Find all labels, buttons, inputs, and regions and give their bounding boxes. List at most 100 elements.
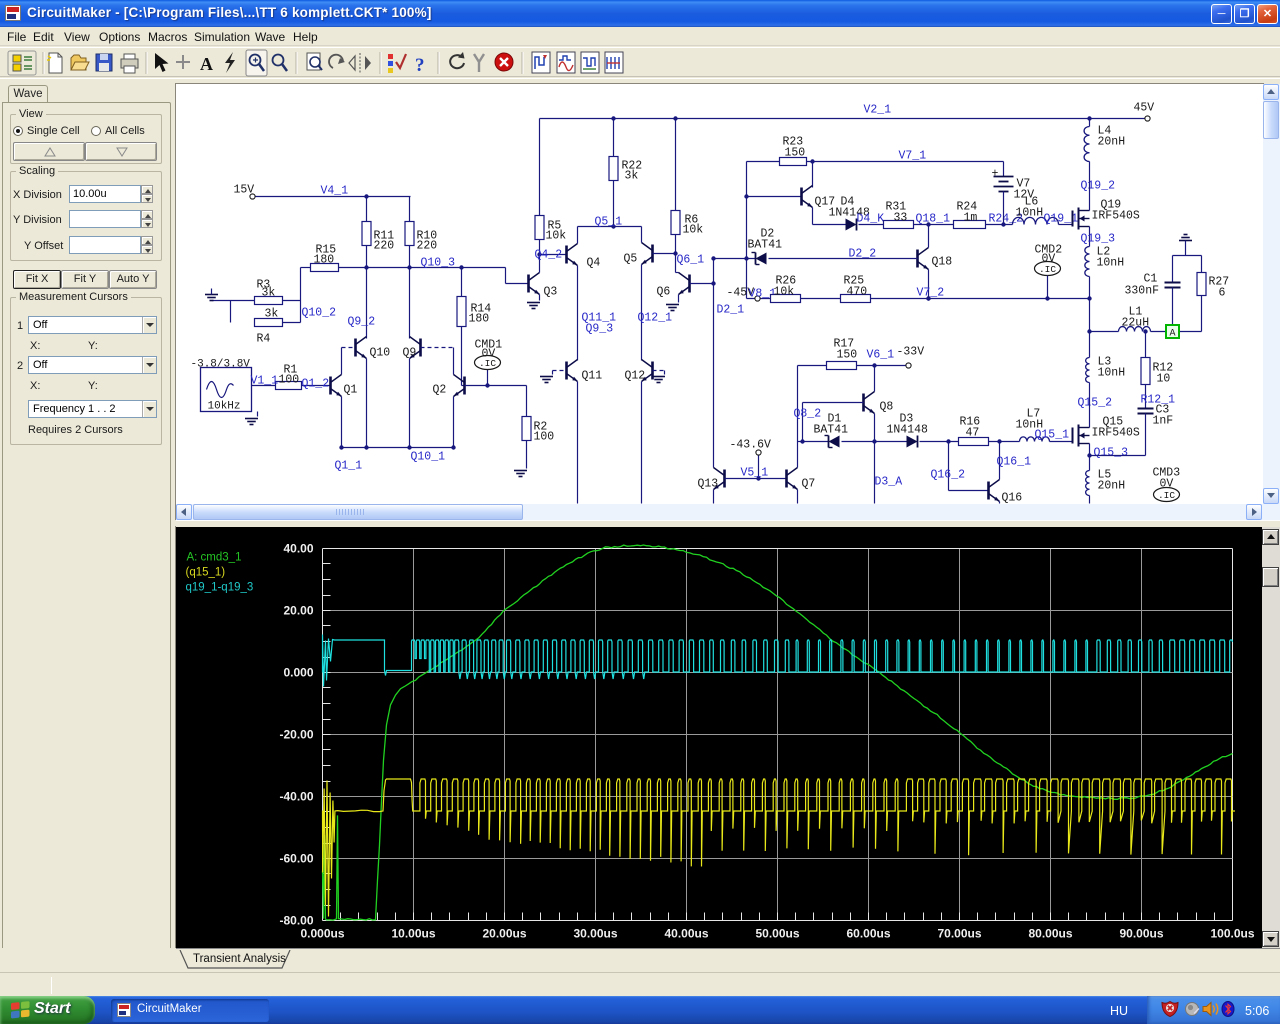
- svg-text:BAT41: BAT41: [748, 239, 783, 252]
- svg-text:Q11: Q11: [582, 370, 603, 383]
- svg-text:Q9_2: Q9_2: [348, 316, 376, 329]
- svg-text:470: 470: [847, 286, 868, 299]
- svg-text:10k: 10k: [683, 224, 704, 237]
- svg-text:220: 220: [417, 240, 438, 253]
- svg-text:10kHz: 10kHz: [208, 401, 241, 413]
- svg-text:Q16_2: Q16_2: [931, 469, 966, 482]
- svg-text:10nH: 10nH: [1098, 367, 1126, 380]
- svg-text:D3_A: D3_A: [875, 476, 903, 489]
- svg-text:100: 100: [534, 431, 555, 444]
- svg-text:Q10: Q10: [370, 347, 391, 360]
- svg-text:V6_1: V6_1: [867, 349, 895, 362]
- svg-text:Q10_3: Q10_3: [421, 257, 456, 270]
- svg-text:10: 10: [1157, 373, 1171, 386]
- svg-text:Q7: Q7: [802, 478, 816, 491]
- svg-text:Q19_3: Q19_3: [1081, 233, 1116, 246]
- svg-text:3k: 3k: [262, 287, 276, 300]
- svg-text:1N4148: 1N4148: [887, 424, 929, 437]
- svg-text:D4_K: D4_K: [857, 213, 885, 226]
- svg-text:Q5_1: Q5_1: [595, 216, 623, 229]
- svg-text:Q9: Q9: [403, 347, 417, 360]
- svg-text:40.00us: 40.00us: [664, 927, 708, 941]
- svg-text:Q2: Q2: [433, 384, 447, 397]
- svg-text:12V: 12V: [1014, 189, 1035, 202]
- svg-text:0V: 0V: [1160, 478, 1174, 491]
- svg-text:Q12_1: Q12_1: [638, 312, 673, 325]
- svg-text:D2_1: D2_1: [717, 304, 745, 317]
- svg-text:+: +: [992, 168, 999, 181]
- svg-text:V1_1: V1_1: [251, 375, 279, 388]
- svg-text:100: 100: [279, 374, 300, 387]
- svg-text:10.00us: 10.00us: [391, 927, 435, 941]
- svg-text:20nH: 20nH: [1098, 480, 1126, 493]
- svg-text:A: cmd3_1: A: cmd3_1: [187, 552, 242, 564]
- svg-text:V2_1: V2_1: [864, 104, 892, 117]
- svg-text:-3.8/3.8V: -3.8/3.8V: [191, 359, 251, 371]
- svg-text:Q16: Q16: [1002, 492, 1023, 505]
- svg-text:V7_2: V7_2: [917, 287, 945, 300]
- svg-text:Q8_2: Q8_2: [794, 408, 822, 421]
- svg-text:-40.00: -40.00: [279, 790, 313, 804]
- svg-text:1nF: 1nF: [1153, 415, 1174, 428]
- svg-text:Q3: Q3: [544, 286, 558, 299]
- svg-text:20.00: 20.00: [283, 604, 313, 618]
- svg-text:20nH: 20nH: [1098, 136, 1126, 149]
- svg-text:100.0us: 100.0us: [1210, 927, 1254, 941]
- svg-text:Q18: Q18: [932, 256, 953, 269]
- svg-text:D2_2: D2_2: [849, 248, 877, 261]
- svg-text:-43.6V: -43.6V: [730, 439, 772, 452]
- svg-text:30.00us: 30.00us: [573, 927, 617, 941]
- svg-text:60.00us: 60.00us: [846, 927, 890, 941]
- svg-text:Q1_2: Q1_2: [302, 378, 330, 391]
- svg-text:Q10_2: Q10_2: [302, 307, 337, 320]
- svg-text:q19_1-q19_3: q19_1-q19_3: [186, 582, 254, 594]
- svg-text:90.00us: 90.00us: [1119, 927, 1163, 941]
- svg-text:-60.00: -60.00: [279, 852, 313, 866]
- svg-text:330nF: 330nF: [1125, 285, 1160, 298]
- svg-text:40.00: 40.00: [283, 542, 313, 556]
- svg-text:1m: 1m: [964, 212, 978, 225]
- svg-text:R4: R4: [257, 333, 271, 346]
- svg-text:Q6: Q6: [657, 286, 671, 299]
- svg-text:V5_1: V5_1: [741, 467, 769, 480]
- svg-text:V7_1: V7_1: [899, 150, 927, 163]
- svg-text:IRF540S: IRF540S: [1092, 210, 1140, 223]
- svg-text:0V: 0V: [1042, 253, 1056, 266]
- svg-text:47: 47: [966, 427, 980, 440]
- svg-text:33: 33: [894, 212, 908, 225]
- svg-text:Q1_1: Q1_1: [335, 460, 363, 473]
- svg-text:80.00us: 80.00us: [1028, 927, 1072, 941]
- svg-text:Q15_1: Q15_1: [1035, 429, 1070, 442]
- svg-text:10nH: 10nH: [1097, 257, 1125, 270]
- svg-text:22uH: 22uH: [1122, 317, 1150, 330]
- svg-text:Q10_1: Q10_1: [411, 451, 446, 464]
- svg-text:-33V: -33V: [897, 346, 925, 359]
- svg-text:BAT41: BAT41: [814, 424, 849, 437]
- svg-text:20.00us: 20.00us: [482, 927, 526, 941]
- svg-text:3k: 3k: [625, 170, 639, 183]
- svg-text:45V: 45V: [1134, 102, 1155, 115]
- svg-text:Q18_1: Q18_1: [916, 213, 951, 226]
- svg-text:3k: 3k: [265, 308, 279, 321]
- svg-text:70.00us: 70.00us: [937, 927, 981, 941]
- svg-text:10nH: 10nH: [1016, 207, 1044, 220]
- svg-text:10k: 10k: [774, 286, 795, 299]
- svg-text:Q15_2: Q15_2: [1078, 397, 1113, 410]
- svg-text:Q4_2: Q4_2: [535, 249, 563, 262]
- svg-text:-20.00: -20.00: [279, 728, 313, 742]
- svg-text:A: A: [200, 54, 213, 74]
- svg-text:V4_1: V4_1: [321, 185, 349, 198]
- svg-text:Q19_2: Q19_2: [1081, 180, 1116, 193]
- svg-text:Q6_1: Q6_1: [677, 254, 705, 267]
- svg-text:.IC: .IC: [1039, 264, 1056, 275]
- svg-text:Q16_1: Q16_1: [997, 456, 1032, 469]
- svg-text:6: 6: [1219, 287, 1226, 300]
- svg-text:50.00us: 50.00us: [755, 927, 799, 941]
- svg-text:A: A: [1169, 328, 1175, 339]
- svg-text:180: 180: [314, 254, 335, 267]
- svg-text:Q8: Q8: [880, 401, 894, 414]
- svg-text:?: ?: [415, 55, 425, 76]
- svg-text:Q15_3: Q15_3: [1094, 447, 1129, 460]
- svg-text:220: 220: [374, 240, 395, 253]
- svg-text:0.000us: 0.000us: [300, 927, 344, 941]
